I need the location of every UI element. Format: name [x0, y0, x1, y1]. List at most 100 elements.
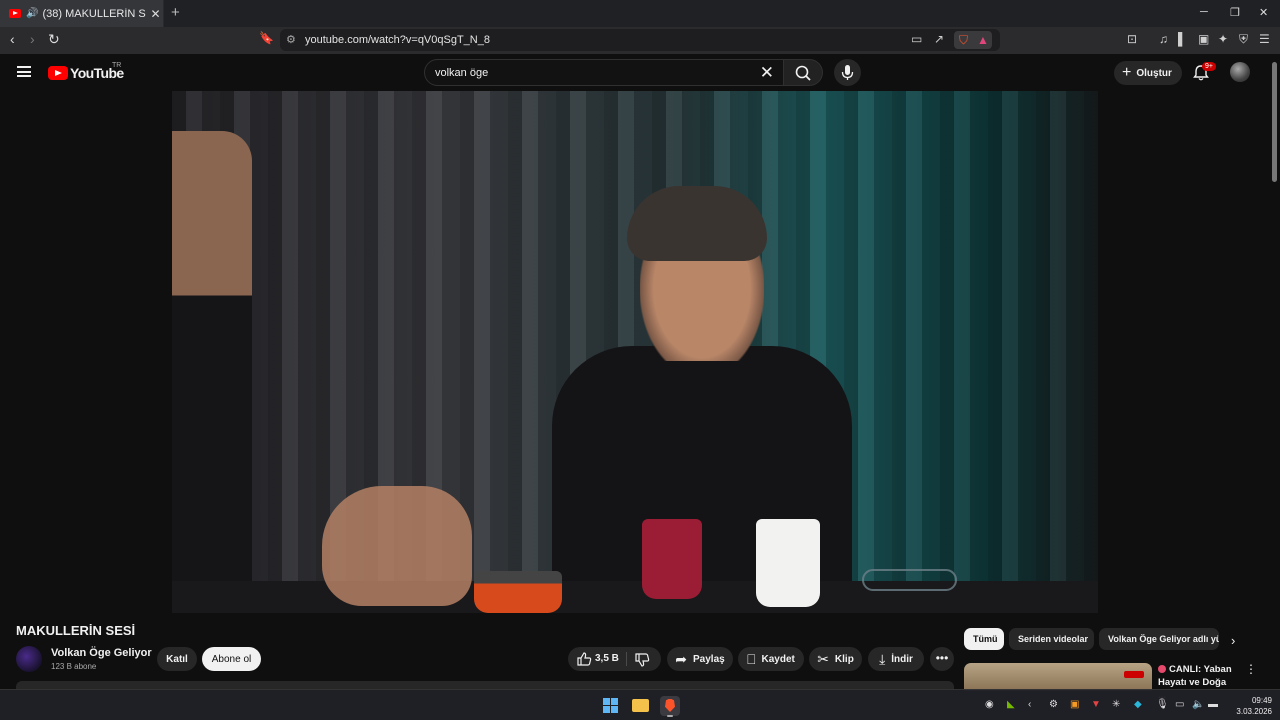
- create-label: Oluştur: [1136, 67, 1172, 79]
- subscriber-count: 123 B abone: [51, 662, 97, 671]
- windows-taskbar: ◉ ◣ ‹ ⚙ ▣ ▼ ✳ ◆ 🎙 ▭ 🔈 ▬ 09:49 3.03.2026: [0, 689, 1280, 720]
- youtube-logo[interactable]: YouTube TR: [48, 62, 124, 81]
- share-label: Paylaş: [693, 653, 725, 665]
- speaker-icon[interactable]: 🔊: [26, 8, 38, 19]
- youtube-favicon-icon: [9, 9, 21, 18]
- back-icon[interactable]: ‹: [10, 31, 15, 47]
- search-box[interactable]: volkan öge ✕: [424, 59, 784, 86]
- join-button[interactable]: Katıl: [157, 647, 197, 671]
- share-page-icon[interactable]: ↗: [934, 32, 944, 46]
- more-actions-button[interactable]: •••: [930, 647, 954, 671]
- brave-shields-icon[interactable]: ⛉: [959, 33, 968, 48]
- channel-avatar[interactable]: [16, 646, 42, 672]
- sidebar-icon[interactable]: ▌: [1178, 32, 1187, 46]
- subscribe-button[interactable]: Abone ol: [202, 647, 261, 671]
- create-button[interactable]: + Oluştur: [1114, 61, 1182, 85]
- cast-icon[interactable]: ▭: [911, 32, 922, 46]
- account-avatar[interactable]: [1230, 62, 1250, 82]
- chip-all[interactable]: Tümü: [964, 628, 1004, 650]
- search-icon: [795, 65, 811, 81]
- media-control-icon[interactable]: ♫: [1159, 32, 1168, 46]
- download-button[interactable]: ⤓ İndir: [868, 647, 924, 671]
- tray-app-icon-4[interactable]: ▣: [1070, 699, 1079, 710]
- restore-icon[interactable]: ❐: [1230, 6, 1240, 19]
- menu-icon[interactable]: ☰: [1259, 32, 1270, 46]
- forward-icon[interactable]: ›: [30, 31, 35, 47]
- search-button[interactable]: [784, 59, 823, 86]
- url-text[interactable]: youtube.com/watch?v=qV0qSgT_N_8: [305, 34, 490, 46]
- browser-toolbar: ‹ › ↻ 🔖 ⚙ youtube.com/watch?v=qV0qSgT_N_…: [0, 27, 1280, 54]
- chip-channel[interactable]: Volkan Öge Geliyor adlı yük: [1099, 628, 1219, 650]
- close-tab-icon[interactable]: ✕: [150, 7, 160, 21]
- more-vertical-icon[interactable]: ⋮: [1245, 662, 1257, 676]
- channel-name[interactable]: Volkan Öge Geliyor: [51, 647, 152, 659]
- wallet-icon[interactable]: ▣: [1198, 32, 1209, 46]
- chip-series[interactable]: Seriden videolar: [1009, 628, 1094, 650]
- leo-ai-icon[interactable]: ✦: [1218, 32, 1228, 46]
- tray-app-icon-7[interactable]: ◆: [1134, 699, 1142, 710]
- video-frame-host-hair: [627, 186, 767, 261]
- video-player[interactable]: [172, 91, 1098, 613]
- video-frame-white-mug: [756, 519, 820, 607]
- voice-search-button[interactable]: [834, 59, 861, 86]
- reload-icon[interactable]: ↻: [48, 31, 60, 48]
- search-input[interactable]: volkan öge: [435, 67, 488, 79]
- join-label: Katıl: [166, 653, 188, 665]
- brave-shields-group: ⛉ ▲: [954, 31, 992, 49]
- video-frame-orange-mug: [474, 571, 562, 613]
- save-bookmark-icon: ⎕: [747, 650, 756, 667]
- tray-app-icon-1[interactable]: ◉: [985, 699, 994, 710]
- tray-app-icon-2[interactable]: ‹: [1028, 699, 1031, 710]
- like-count[interactable]: 3,5 B: [595, 653, 619, 664]
- bookmark-icon[interactable]: 🔖: [259, 31, 274, 45]
- microphone-icon: [841, 65, 854, 80]
- subscribe-label: Abone ol: [211, 653, 252, 665]
- share-button[interactable]: ➦ Paylaş: [667, 647, 733, 671]
- volume-icon[interactable]: 🔈: [1192, 699, 1204, 710]
- chevron-right-icon[interactable]: ›: [1231, 633, 1235, 648]
- youtube-header: YouTube TR volkan öge ✕ + Oluştur 9+: [0, 54, 1280, 91]
- clear-search-icon[interactable]: ✕: [760, 63, 774, 83]
- tray-app-icon-5[interactable]: ▼: [1091, 699, 1101, 710]
- youtube-play-icon: [48, 66, 68, 80]
- clip-button[interactable]: ✂ Klip: [809, 647, 862, 671]
- related-video-thumbnail[interactable]: [964, 663, 1152, 691]
- notification-count-badge: 9+: [1202, 62, 1216, 71]
- windows-start-icon[interactable]: [603, 698, 618, 713]
- nvidia-icon[interactable]: ◣: [1007, 699, 1015, 710]
- close-window-icon[interactable]: ✕: [1259, 6, 1268, 19]
- video-title: MAKULLERİN SESİ: [16, 623, 136, 638]
- thumbs-down-icon[interactable]: [634, 652, 650, 668]
- new-tab-icon[interactable]: +: [171, 4, 180, 21]
- tray-microphone-icon[interactable]: 🎙: [1156, 699, 1169, 710]
- brave-rewards-icon[interactable]: ▲: [977, 33, 989, 47]
- thumbs-up-icon[interactable]: [576, 651, 592, 667]
- share-icon: ➦: [675, 650, 688, 667]
- system-clock[interactable]: 09:49 3.03.2026: [1228, 695, 1272, 717]
- brave-browser-icon[interactable]: [660, 696, 680, 717]
- tray-app-icon-6[interactable]: ✳: [1112, 699, 1120, 710]
- address-bar[interactable]: ⚙ youtube.com/watch?v=qV0qSgT_N_8 ▭ ↗ ⛉ …: [280, 29, 1000, 51]
- page-scrollbar[interactable]: [1272, 62, 1277, 182]
- live-dot-icon: [1158, 665, 1166, 673]
- tray-app-icon-3[interactable]: ⚙: [1049, 699, 1058, 710]
- save-button[interactable]: ⎕ Kaydet: [738, 647, 804, 671]
- battery-icon[interactable]: ▬: [1208, 699, 1218, 710]
- vpn-icon[interactable]: ⛨: [1239, 32, 1248, 47]
- clip-label: Klip: [834, 653, 854, 665]
- network-icon[interactable]: ▭: [1175, 699, 1184, 710]
- plus-icon: +: [1122, 64, 1132, 81]
- browser-tab-active[interactable]: 🔊 (38) MAKULLERİN SESİ - YouT ✕: [0, 0, 164, 27]
- video-frame-table: [172, 581, 1098, 613]
- guide-menu-icon[interactable]: [17, 66, 31, 77]
- country-code: TR: [112, 62, 122, 69]
- tab-search-icon[interactable]: ⊡: [1127, 32, 1137, 46]
- file-explorer-icon[interactable]: [632, 699, 649, 712]
- video-frame-guest: [172, 131, 252, 601]
- description-box[interactable]: [16, 681, 954, 689]
- clock-date: 3.03.2026: [1236, 707, 1272, 716]
- site-info-icon[interactable]: ⚙: [286, 33, 296, 46]
- minimize-icon[interactable]: ─: [1200, 6, 1208, 18]
- download-label: İndir: [891, 653, 913, 665]
- save-label: Kaydet: [761, 653, 795, 665]
